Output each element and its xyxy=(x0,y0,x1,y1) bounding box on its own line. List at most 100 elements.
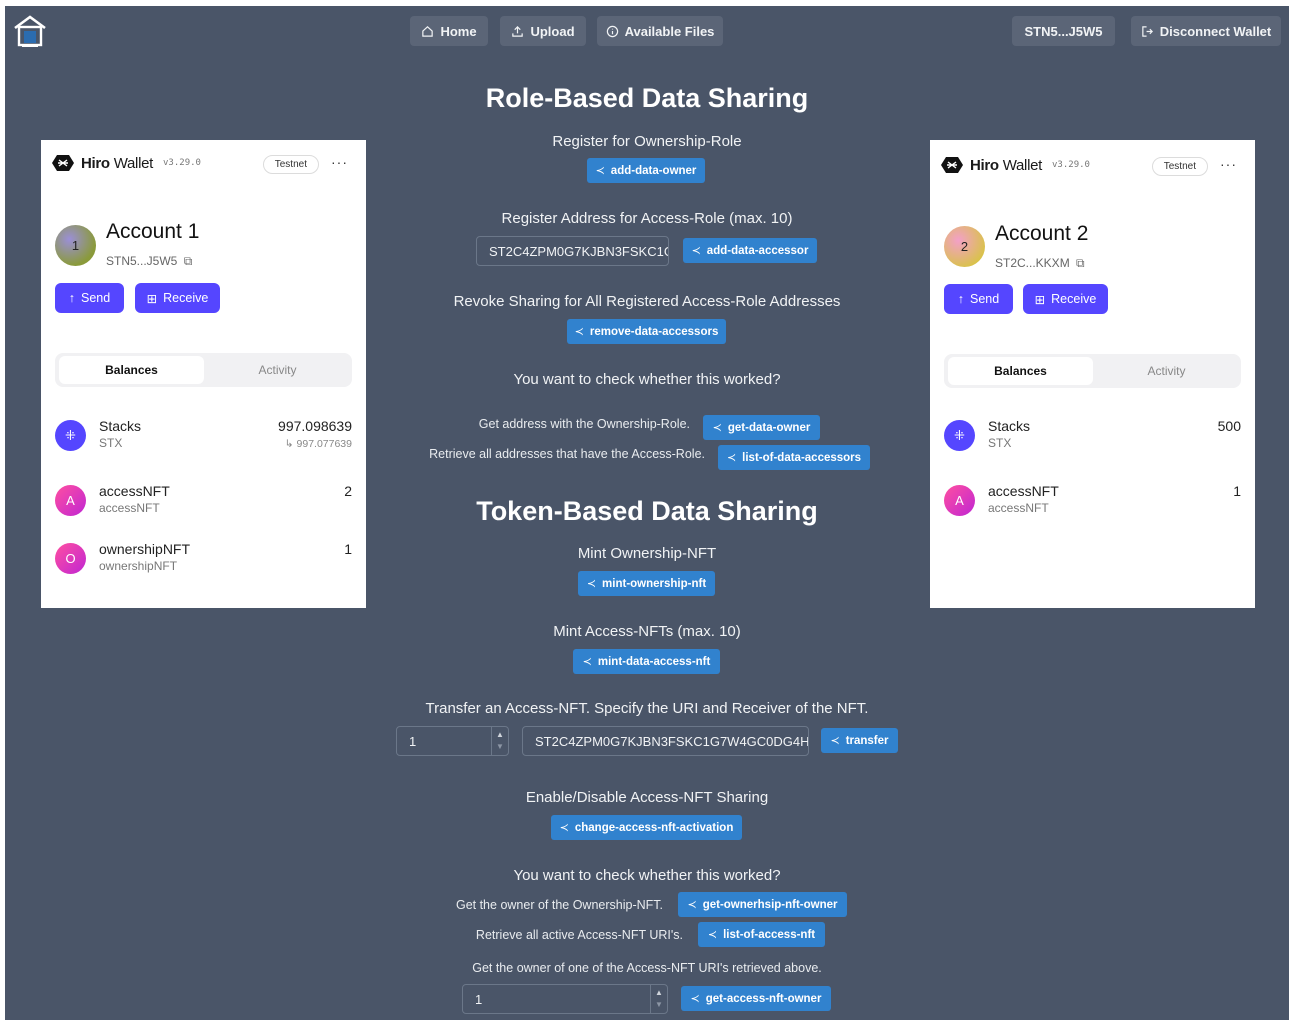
add-data-owner-button[interactable]: ≺ add-data-owner xyxy=(587,158,705,183)
mint-data-access-nft-button[interactable]: ≺ mint-data-access-nft xyxy=(573,649,720,674)
asset-row-accessnft[interactable]: A accessNFT accessNFT 1 xyxy=(944,481,1241,521)
transfer-label: Transfer an Access-NFT. Specify the URI … xyxy=(425,700,869,717)
asset-symbol: STX xyxy=(988,436,1012,450)
nav-upload-button[interactable]: Upload xyxy=(500,16,586,46)
stacks-icon: ⁜ xyxy=(944,420,975,451)
accessor-address-input[interactable]: ST2C4ZPM0G7KJBN3FSKC1G7W4GC0DG4H xyxy=(476,236,669,266)
stepper-down-icon[interactable]: ▼ xyxy=(655,999,663,1011)
asset-name: accessNFT xyxy=(99,483,170,499)
tab-activity[interactable]: Activity xyxy=(1094,357,1239,385)
wallet-address-label: STN5...J5W5 xyxy=(1024,23,1103,39)
copy-icon[interactable]: ⧉ xyxy=(184,254,193,268)
transfer-receiver-input[interactable]: ST2C4ZPM0G7KJBN3FSKC1G7W4GC0DG4H xyxy=(522,726,809,756)
share-icon: ≺ xyxy=(707,929,718,941)
upload-icon xyxy=(512,25,524,37)
share-icon: ≺ xyxy=(574,326,584,338)
nft-uri-value: 1 xyxy=(475,991,483,1007)
mint-data-access-nft-label: mint-data-access-nft xyxy=(597,655,711,668)
add-data-accessor-button[interactable]: ≺ add-data-accessor xyxy=(683,238,817,263)
transfer-button[interactable]: ≺ transfer xyxy=(821,728,898,753)
account-address[interactable]: STN5...J5W5 ⧉ xyxy=(106,254,192,269)
account-avatar: 1 xyxy=(55,225,96,266)
remove-data-accessors-button[interactable]: ≺ remove-data-accessors xyxy=(567,319,726,344)
transfer-uri-value: 1 xyxy=(409,733,417,749)
asset-row-ownershipnft[interactable]: O ownershipNFT ownershipNFT 1 xyxy=(55,539,352,579)
share-icon: ≺ xyxy=(582,656,592,668)
transfer-uri-input[interactable]: 1 ▲ ▼ xyxy=(396,726,509,756)
asset-row-stacks[interactable]: ⁜ Stacks STX 997.098639 ↳ 997.077639 xyxy=(55,416,352,456)
wallet-brand: Hiro Wallet v3.29.0 xyxy=(51,154,201,172)
network-badge[interactable]: Testnet xyxy=(1151,157,1208,176)
tab-balances[interactable]: Balances xyxy=(948,357,1093,385)
account-name: Account 2 xyxy=(995,222,1089,245)
number-stepper[interactable]: ▲ ▼ xyxy=(650,985,667,1013)
list-of-access-nft-label: list-of-access-nft xyxy=(723,928,816,941)
asset-balance: 2 xyxy=(344,483,352,499)
list-of-data-accessors-label: list-of-data-accessors xyxy=(742,451,862,464)
share-icon: ≺ xyxy=(691,245,701,257)
receive-button[interactable]: ⊞ Receive xyxy=(1023,284,1108,314)
nft-uri-input[interactable]: 1 ▲ ▼ xyxy=(462,984,668,1014)
share-icon: ≺ xyxy=(830,735,840,747)
mint-ownership-nft-button[interactable]: ≺ mint-ownership-nft xyxy=(578,571,715,596)
home-icon xyxy=(422,25,434,37)
get-uri-owner-label: Get the owner of one of the Access-NFT U… xyxy=(472,961,822,975)
stepper-down-icon[interactable]: ▼ xyxy=(496,741,504,753)
get-ownership-nft-owner-button[interactable]: ≺ get-ownerhsip-nft-owner xyxy=(678,892,847,917)
wallet-tabs: Balances Activity xyxy=(55,353,352,387)
retrieve-active-label: Retrieve all active Access-NFT URI's. xyxy=(475,928,683,942)
toggle-sharing-label: Enable/Disable Access-NFT Sharing xyxy=(525,789,769,806)
send-label: Send xyxy=(81,291,111,305)
share-icon: ≺ xyxy=(559,822,569,834)
list-of-access-nft-button[interactable]: ≺ list-of-access-nft xyxy=(698,922,825,947)
wallet-address-button[interactable]: STN5...J5W5 xyxy=(1012,16,1115,46)
more-options-icon[interactable]: ··· xyxy=(331,154,348,170)
send-button[interactable]: ↑ Send xyxy=(944,284,1013,314)
asset-row-accessnft[interactable]: A accessNFT accessNFT 2 xyxy=(55,481,352,521)
change-access-nft-activation-button[interactable]: ≺ change-access-nft-activation xyxy=(551,815,742,840)
stepper-up-icon[interactable]: ▲ xyxy=(496,729,504,741)
copy-icon[interactable]: ⧉ xyxy=(1076,256,1085,270)
tab-balances[interactable]: Balances xyxy=(59,356,204,384)
nav-home-label: Home xyxy=(440,23,477,39)
receive-label: Receive xyxy=(163,291,209,305)
nav-files-label: Available Files xyxy=(624,23,715,39)
share-icon: ≺ xyxy=(687,899,697,911)
send-button[interactable]: ↑ Send xyxy=(55,283,124,313)
arrow-up-icon: ↑ xyxy=(957,292,965,306)
get-access-nft-owner-button[interactable]: ≺ get-access-nft-owner xyxy=(681,986,831,1011)
home-logo-icon[interactable] xyxy=(12,14,48,48)
more-options-icon[interactable]: ··· xyxy=(1220,156,1237,172)
get-data-owner-button[interactable]: ≺ get-data-owner xyxy=(703,415,820,440)
share-icon: ≺ xyxy=(726,452,737,464)
asset-balance: 1 xyxy=(344,541,352,557)
send-label: Send xyxy=(970,292,1000,306)
asset-name: accessNFT xyxy=(988,483,1059,499)
account-avatar: 2 xyxy=(944,226,985,267)
stepper-up-icon[interactable]: ▲ xyxy=(655,987,663,999)
stacks-icon: ⁜ xyxy=(55,420,86,451)
account-address[interactable]: ST2C...KKXM ⧉ xyxy=(995,256,1085,271)
arrow-up-icon: ↑ xyxy=(68,291,76,305)
nav-home-button[interactable]: Home xyxy=(410,16,488,46)
wallet-panel-1: Hiro Wallet v3.29.0 Testnet ··· 1 Accoun… xyxy=(41,140,366,608)
network-badge[interactable]: Testnet xyxy=(262,155,319,174)
number-stepper[interactable]: ▲ ▼ xyxy=(491,727,508,755)
get-data-owner-label: get-data-owner xyxy=(727,421,811,434)
nav-files-button[interactable]: Available Files xyxy=(597,16,723,46)
hiro-logo-icon xyxy=(941,157,963,173)
mint-ownership-nft-label: mint-ownership-nft xyxy=(602,577,707,590)
disconnect-wallet-button[interactable]: Disconnect Wallet xyxy=(1131,16,1281,46)
get-owner-label: Get address with the Ownership-Role. xyxy=(478,417,690,431)
mint-access-label: Mint Access-NFTs (max. 10) xyxy=(553,623,741,640)
account-name: Account 1 xyxy=(106,220,200,243)
share-icon: ≺ xyxy=(690,993,700,1005)
nav-upload-label: Upload xyxy=(530,23,575,39)
asset-row-stacks[interactable]: ⁜ Stacks STX 500 xyxy=(944,416,1241,456)
tab-activity[interactable]: Activity xyxy=(205,356,350,384)
change-activation-label: change-access-nft-activation xyxy=(574,821,734,834)
list-of-data-accessors-button[interactable]: ≺ list-of-data-accessors xyxy=(718,445,870,470)
asset-pending-balance: ↳ 997.077639 xyxy=(284,438,352,450)
share-icon: ≺ xyxy=(712,422,722,434)
receive-button[interactable]: ⊞ Receive xyxy=(135,283,220,313)
